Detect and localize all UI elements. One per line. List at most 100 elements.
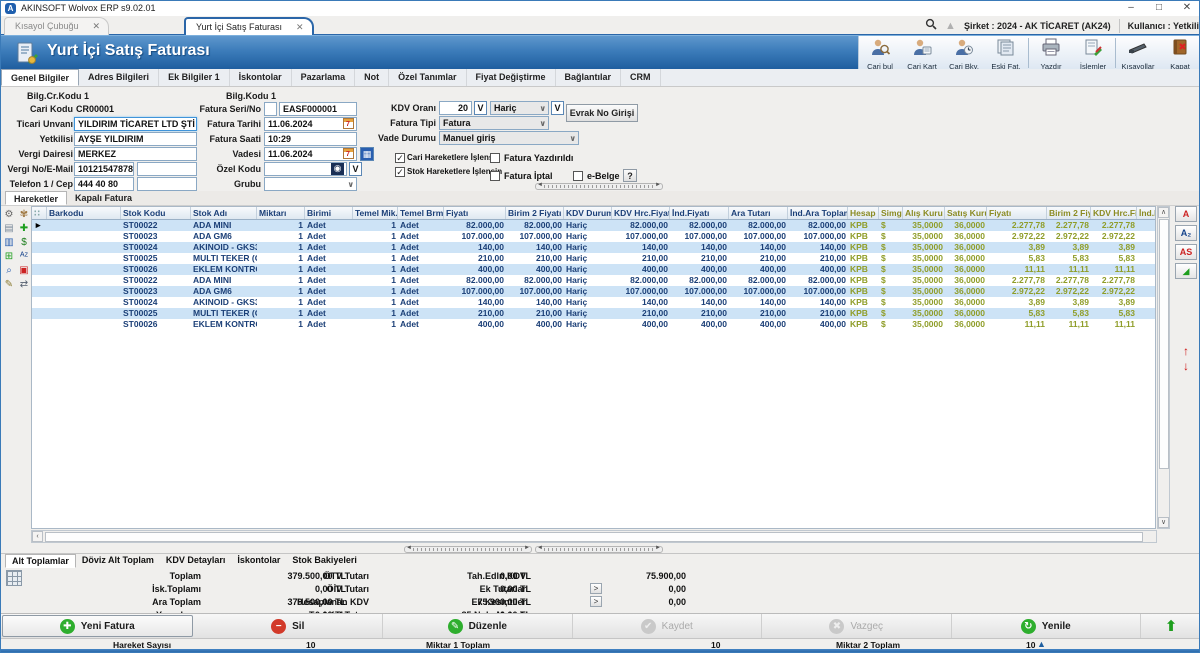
fatura-no-input[interactable]: EASF000001: [279, 102, 357, 116]
cari-hareket-checkbox[interactable]: ✓: [395, 153, 405, 163]
toolbar-button-i-lemler[interactable]: İşlemler: [1072, 36, 1114, 70]
column-header-7[interactable]: Fiyatı: [444, 207, 506, 219]
table-row[interactable]: ST00024AKINOID - GKS341Adet1Adet140,0014…: [32, 297, 1155, 308]
totals-tab-stok-bakiyeleri[interactable]: Stok Bakiyeleri: [286, 554, 363, 568]
column-header-1[interactable]: Stok Kodu: [121, 207, 191, 219]
tab-i-skontolar[interactable]: İskontolar: [230, 69, 292, 86]
stop-icon[interactable]: ▣: [18, 265, 30, 277]
column-header-9[interactable]: KDV Durumu: [564, 207, 612, 219]
column-header-3[interactable]: Miktarı: [257, 207, 305, 219]
add-row-icon[interactable]: ✚: [18, 223, 30, 235]
form-splitter-handle[interactable]: [535, 183, 663, 190]
calendar-icon[interactable]: [343, 148, 354, 159]
notification-icon[interactable]: ▲: [945, 20, 956, 32]
edit-document-icon[interactable]: ✎: [3, 279, 15, 291]
move-up-icon[interactable]: ↑: [1183, 345, 1189, 357]
grid-splitter-handle-2[interactable]: [535, 546, 663, 553]
toolbar-button-cari-kart[interactable]: Cari Kart: [901, 36, 943, 70]
settings-gear-icon[interactable]: ⚙: [3, 209, 15, 221]
form-input-3-b[interactable]: [137, 162, 197, 176]
blue-document-icon[interactable]: ▥: [3, 237, 15, 249]
table-row[interactable]: ST00023ADA GM61Adet1Adet107.000,00107.00…: [32, 286, 1155, 297]
tab-ba-lant-lar[interactable]: Bağlantılar: [556, 69, 622, 86]
grid-vertical-scrollbar[interactable]: ∧ ∨: [1157, 206, 1170, 529]
e-belge-checkbox[interactable]: [573, 171, 583, 181]
subtotal-grid-icon[interactable]: [6, 570, 22, 586]
column-header-5[interactable]: Temel Mik.: [353, 207, 398, 219]
yenile-button[interactable]: ↻Yenile: [952, 614, 1142, 638]
grubu-select[interactable]: [264, 177, 357, 191]
tab--zel-tan-mlar[interactable]: Özel Tanımlar: [389, 69, 466, 86]
tab-pazarlama[interactable]: Pazarlama: [292, 69, 356, 86]
totals-tab-kdv-detaylar-[interactable]: KDV Detayları: [160, 554, 232, 568]
column-header-2[interactable]: Stok Adı: [191, 207, 257, 219]
minimize-button[interactable]: –: [1117, 1, 1145, 15]
scroll-left-icon[interactable]: ‹: [32, 531, 43, 542]
collapse-arrow-icon[interactable]: ▲: [1037, 639, 1046, 649]
insert-document-icon[interactable]: ⊞: [3, 251, 15, 263]
fatura-iptal-checkbox[interactable]: [490, 171, 500, 181]
date-helper-button[interactable]: ▦: [360, 147, 374, 161]
kdv-v-button[interactable]: V: [474, 101, 487, 115]
tab-genel-bilgiler[interactable]: Genel Bilgiler: [1, 69, 79, 86]
table-row[interactable]: ST00023ADA GM61Adet1Adet107.000,00107.00…: [32, 231, 1155, 242]
column-header-20[interactable]: KDV Hrc.Fiyat: [1091, 207, 1137, 219]
table-row[interactable]: ST00025MULTI TEKER (OI1Adet1Adet210,0021…: [32, 253, 1155, 264]
grid-tab-kapal-fatura[interactable]: Kapalı Fatura: [67, 191, 140, 205]
tab-crm[interactable]: CRM: [621, 69, 661, 86]
fatura-yazdirildi-checkbox[interactable]: [490, 153, 500, 163]
maximize-button[interactable]: □: [1145, 1, 1173, 15]
close-tab-icon[interactable]: ✕: [296, 22, 304, 32]
new-document-icon[interactable]: ▤: [3, 223, 15, 235]
grid-tab-hareketler[interactable]: Hareketler: [5, 191, 67, 205]
more-button[interactable]: >: [590, 596, 602, 607]
scrollbar-thumb[interactable]: [1159, 219, 1169, 469]
toolbar-button-cari-bul[interactable]: Cari bul: [859, 36, 901, 70]
totals-tab-i-skontolar[interactable]: İskontolar: [231, 554, 286, 568]
stok-hareket-checkbox[interactable]: ✓: [395, 167, 405, 177]
form-input-0[interactable]: YILDIRIM TİCARET LTD ŞTİ: [74, 117, 197, 131]
column-header-15[interactable]: Simge: [879, 207, 903, 219]
window-tab-1[interactable]: Kısayol Çubuğu✕: [4, 17, 109, 35]
toolbar-button-eski-fat-[interactable]: Eski Fat.: [985, 36, 1027, 70]
totals-tab-alt-toplamlar[interactable]: Alt Toplamlar: [5, 554, 76, 568]
link-document-icon[interactable]: ⇄: [18, 279, 30, 291]
tab-not[interactable]: Not: [355, 69, 389, 86]
totals-tab-d-viz-alt-toplam[interactable]: Döviz Alt Toplam: [76, 554, 160, 568]
scroll-up-icon[interactable]: ∧: [1158, 207, 1169, 218]
lookup-icon[interactable]: ◉: [331, 163, 344, 175]
panel-up-arrow-icon[interactable]: ⬆: [1141, 614, 1200, 638]
form-input-2[interactable]: MERKEZ: [74, 147, 197, 161]
column-header-11[interactable]: İnd.Fiyatı: [670, 207, 729, 219]
evrak-no-button[interactable]: Evrak No Girişi: [566, 104, 638, 122]
yeni-fatura-button[interactable]: ✚Yeni Fatura: [2, 615, 193, 637]
column-header-13[interactable]: İnd.Ara Toplam: [788, 207, 848, 219]
grid-horizontal-scrollbar[interactable]: ‹: [31, 530, 1157, 543]
column-header-17[interactable]: Satış Kuru: [945, 207, 987, 219]
table-row[interactable]: ST00026EKLEM KONTROL1Adet1Adet400,00400,…: [32, 264, 1155, 275]
column-header-14[interactable]: Hesap: [848, 207, 879, 219]
search-icon[interactable]: [925, 18, 937, 33]
sort-az-icon[interactable]: ᴬᶻ: [18, 251, 30, 263]
scrollbar-thumb[interactable]: [45, 532, 1143, 542]
kdv-orani-input[interactable]: 20: [439, 101, 472, 115]
table-row[interactable]: ►ST00022ADA MINI1Adet1Adet82.000,0082.00…: [32, 220, 1155, 231]
hand-icon[interactable]: ✾: [18, 209, 30, 221]
toolbar-button-cari-bky-[interactable]: Cari Bky.: [943, 36, 985, 70]
d-zenle-button[interactable]: ✎Düzenle: [383, 614, 573, 638]
more-button[interactable]: >: [590, 583, 602, 594]
vade-durumu-select[interactable]: Manuel giriş: [439, 131, 579, 145]
form-input-4-b[interactable]: [137, 177, 197, 191]
column-header-0[interactable]: Barkodu: [47, 207, 121, 219]
form-input-1[interactable]: AYŞE YILDIRIM: [74, 132, 197, 146]
currency-icon[interactable]: $: [18, 237, 30, 249]
close-tab-icon[interactable]: ✕: [93, 21, 101, 31]
sil-button[interactable]: −Sil: [194, 614, 384, 638]
tab-ek-bilgiler-1[interactable]: Ek Bilgiler 1: [159, 69, 230, 86]
e-belge-help-button[interactable]: ?: [623, 169, 637, 182]
sort-az-button[interactable]: A₂: [1175, 225, 1197, 241]
toolbar-button-k-sayollar[interactable]: Kısayollar: [1117, 36, 1159, 70]
window-tab-2[interactable]: Yurt İçi Satış Faturası✕: [184, 17, 314, 35]
table-row[interactable]: ST00026EKLEM KONTROL1Adet1Adet400,00400,…: [32, 319, 1155, 330]
tab-adres-bilgileri[interactable]: Adres Bilgileri: [79, 69, 159, 86]
